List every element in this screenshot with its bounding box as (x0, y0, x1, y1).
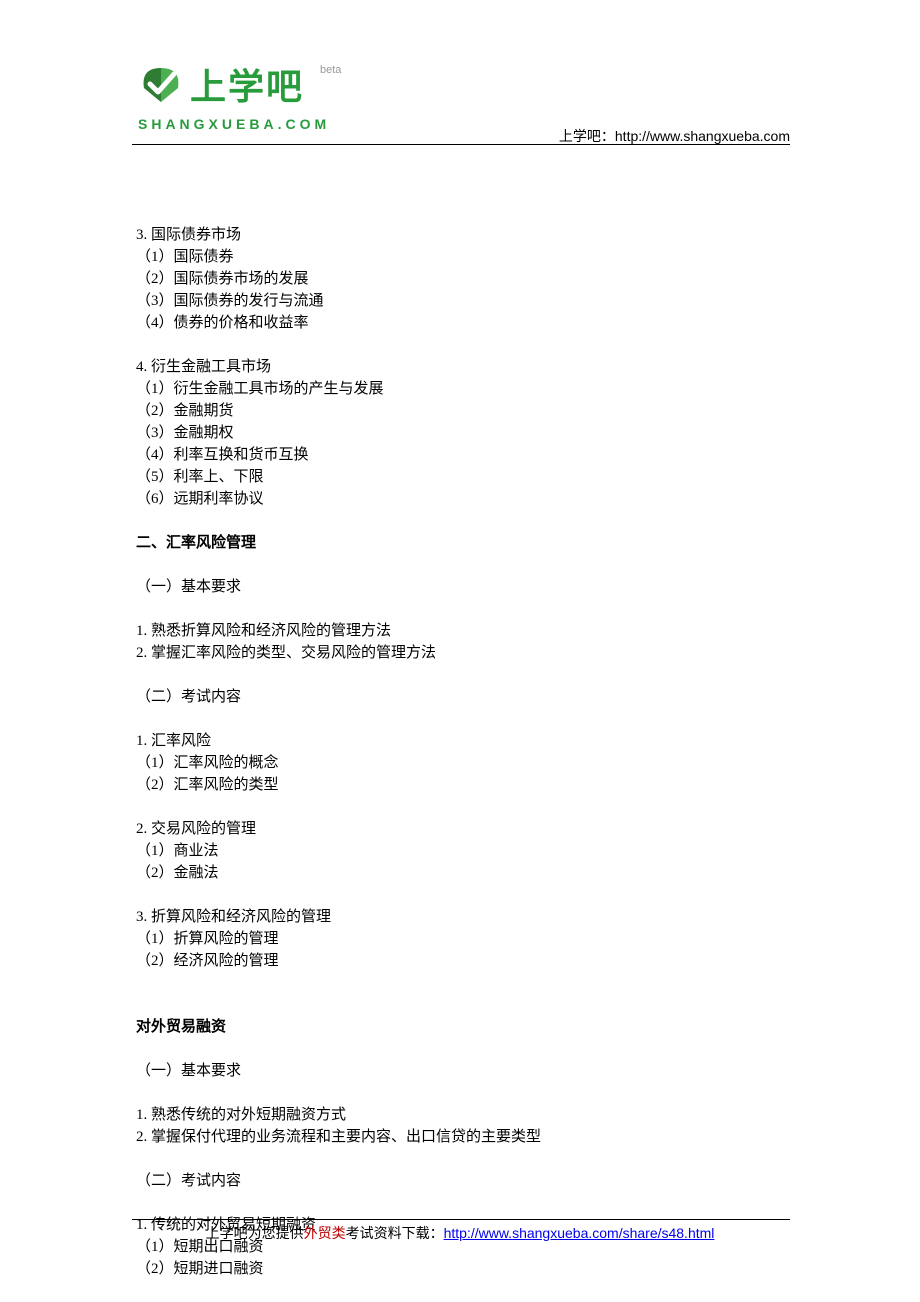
footer-category: 外贸类 (304, 1225, 346, 1241)
content-line: （二）考试内容 (136, 1170, 788, 1192)
spacer (136, 510, 788, 532)
logo-beta: beta (320, 62, 341, 79)
spacer (136, 334, 788, 356)
logo-domain: SHANGXUEBA.COM (138, 114, 330, 135)
leaf-check-icon (136, 60, 186, 110)
content-line: 3. 折算风险和经济风险的管理 (136, 906, 788, 928)
logo-text: 上学吧 (190, 60, 304, 114)
spacer (136, 972, 788, 994)
spacer (136, 598, 788, 620)
content-line: 2. 掌握保付代理的业务流程和主要内容、出口信贷的主要类型 (136, 1126, 788, 1148)
header-divider (132, 144, 790, 145)
content-line: （2）经济风险的管理 (136, 950, 788, 972)
content-line: 1. 汇率风险 (136, 730, 788, 752)
spacer (136, 1192, 788, 1214)
spacer (136, 884, 788, 906)
content-line: 3. 国际债券市场 (136, 224, 788, 246)
content-line: （5）利率上、下限 (136, 466, 788, 488)
document-content: 3. 国际债券市场（1）国际债券（2）国际债券市场的发展（3）国际债券的发行与流… (0, 58, 920, 1302)
footer-suffix: 考试资料下载： (346, 1225, 444, 1241)
spacer (136, 994, 788, 1016)
content-line: 4. 衍生金融工具市场 (136, 356, 788, 378)
spacer (136, 796, 788, 818)
content-line: （2）金融法 (136, 862, 788, 884)
spacer (136, 1082, 788, 1104)
site-logo: 上学吧 beta SHANGXUEBA.COM (136, 58, 351, 130)
content-line: （1）汇率风险的概念 (136, 752, 788, 774)
content-line: （1）折算风险的管理 (136, 928, 788, 950)
content-line: （一）基本要求 (136, 576, 788, 598)
header-right-label: 上学吧： (559, 128, 615, 144)
header-right-url: http://www.shangxueba.com (615, 128, 790, 144)
footer-prefix: 上学吧为您提供 (206, 1225, 304, 1241)
spacer (136, 664, 788, 686)
spacer (136, 1148, 788, 1170)
page-header: 上学吧 beta SHANGXUEBA.COM 上学吧：http://www.s… (0, 0, 920, 58)
content-line: （2）金融期货 (136, 400, 788, 422)
spacer (136, 708, 788, 730)
content-line: （3）国际债券的发行与流通 (136, 290, 788, 312)
spacer (136, 554, 788, 576)
content-line: 2. 交易风险的管理 (136, 818, 788, 840)
spacer (136, 1280, 788, 1302)
footer-link[interactable]: http://www.shangxueba.com/share/s48.html (444, 1225, 715, 1241)
content-line: （一）基本要求 (136, 1060, 788, 1082)
content-line: （3）金融期权 (136, 422, 788, 444)
content-line: 2. 掌握汇率风险的类型、交易风险的管理方法 (136, 642, 788, 664)
content-line: （1）衍生金融工具市场的产生与发展 (136, 378, 788, 400)
content-line: 1. 熟悉折算风险和经济风险的管理方法 (136, 620, 788, 642)
content-line: （2）国际债券市场的发展 (136, 268, 788, 290)
content-line: （4）利率互换和货币互换 (136, 444, 788, 466)
content-line: （2）汇率风险的类型 (136, 774, 788, 796)
section-heading: 二、汇率风险管理 (136, 532, 788, 554)
content-line: （二）考试内容 (136, 686, 788, 708)
footer-divider (132, 1219, 790, 1220)
section-heading: 对外贸易融资 (136, 1016, 788, 1038)
content-line: （2）短期进口融资 (136, 1258, 788, 1280)
content-line: （4）债券的价格和收益率 (136, 312, 788, 334)
spacer (136, 1038, 788, 1060)
content-line: 1. 熟悉传统的对外短期融资方式 (136, 1104, 788, 1126)
content-line: （1）商业法 (136, 840, 788, 862)
page-footer: 上学吧为您提供外贸类考试资料下载：http://www.shangxueba.c… (0, 1223, 920, 1244)
content-line: （6）远期利率协议 (136, 488, 788, 510)
content-line: （1）国际债券 (136, 246, 788, 268)
